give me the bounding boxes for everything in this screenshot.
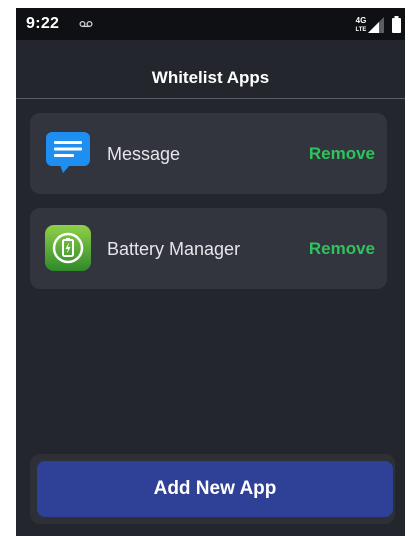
phone-screen: 9:22 4G LTE Whitelist Apps Message Remov…	[16, 8, 405, 536]
app-card-message: Message Remove	[30, 113, 387, 194]
remove-button-battery-manager[interactable]: Remove	[309, 238, 375, 260]
bottom-action-area: Add New App	[30, 454, 395, 524]
header: Whitelist Apps	[16, 40, 405, 98]
message-icon	[46, 132, 90, 173]
network-icon: 4G LTE	[356, 16, 367, 33]
app-list: Message Remove Battery Manager Remove	[30, 113, 387, 303]
svg-text:LTE: LTE	[356, 27, 367, 33]
status-bar: 9:22 4G LTE	[16, 8, 405, 40]
voicemail-icon	[79, 20, 93, 28]
remove-button-message[interactable]: Remove	[309, 143, 375, 165]
app-name: Battery Manager	[107, 239, 241, 259]
header-divider	[16, 98, 405, 99]
svg-text:4G: 4G	[356, 16, 367, 25]
signal-icon	[368, 17, 384, 33]
battery-manager-icon	[45, 225, 91, 271]
app-name: Message	[107, 144, 181, 164]
status-time: 9:22	[26, 15, 60, 32]
battery-icon	[392, 16, 401, 33]
page-title: Whitelist Apps	[151, 68, 270, 87]
app-card-battery-manager: Battery Manager Remove	[30, 208, 387, 289]
add-new-app-button[interactable]: Add New App	[37, 461, 393, 517]
